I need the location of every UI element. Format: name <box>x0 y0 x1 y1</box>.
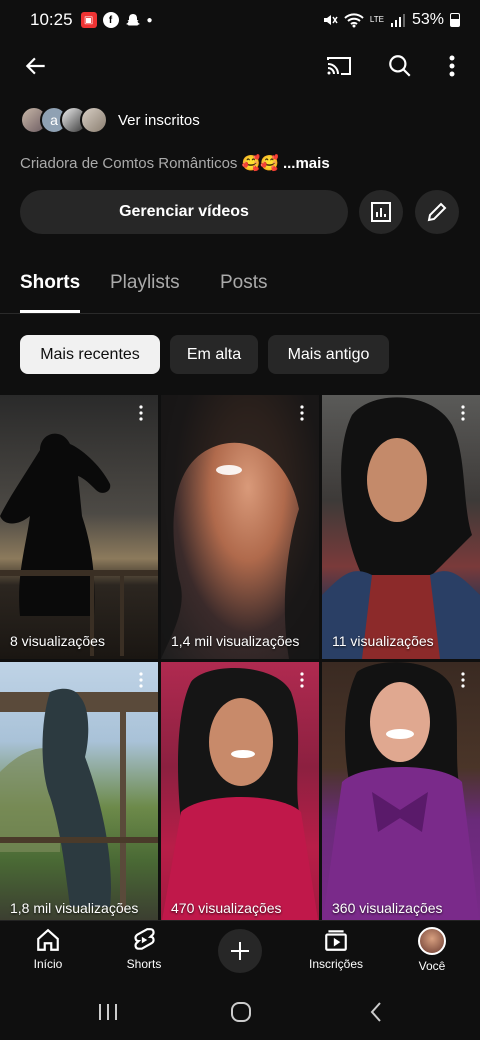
active-tab-indicator <box>20 310 80 313</box>
short-menu-icon[interactable] <box>134 672 148 688</box>
snapchat-icon <box>125 14 140 26</box>
short-menu-icon[interactable] <box>456 405 470 421</box>
short-menu-icon[interactable] <box>295 405 309 421</box>
system-navigation-bar <box>0 982 480 1040</box>
short-item[interactable]: 1,4 mil visualizações <box>161 395 319 659</box>
status-bar: 10:25 ▣ f ● LTE 53% <box>0 0 480 40</box>
subscribers-row[interactable]: a Ver inscritos <box>20 106 200 134</box>
short-menu-icon[interactable] <box>456 672 470 688</box>
edit-channel-button[interactable] <box>415 190 459 234</box>
short-views: 470 visualizações <box>171 900 282 916</box>
channel-tabs: Shorts Playlists Posts <box>0 262 480 314</box>
top-app-bar <box>0 44 480 88</box>
short-thumbnail <box>0 662 158 926</box>
tab-posts[interactable]: Posts <box>220 272 268 294</box>
pencil-icon <box>427 202 447 222</box>
home-system-button[interactable] <box>229 1000 253 1024</box>
battery-level: 53% <box>411 11 444 28</box>
bio-text: Comtos Românticos 🥰🥰 <box>102 155 279 172</box>
nav-shorts[interactable]: Shorts <box>104 927 184 971</box>
recent-apps-button[interactable] <box>96 1000 120 1024</box>
tab-playlists[interactable]: Playlists <box>110 272 180 294</box>
short-views: 1,8 mil visualizações <box>10 900 139 916</box>
short-views: 360 visualizações <box>332 900 443 916</box>
search-button[interactable] <box>384 50 416 82</box>
short-thumbnail <box>322 662 480 926</box>
short-thumbnail <box>0 395 158 659</box>
short-item[interactable]: 470 visualizações <box>161 662 319 926</box>
short-thumbnail <box>161 395 319 659</box>
battery-icon <box>450 13 460 27</box>
more-options-button[interactable] <box>436 50 468 82</box>
wifi-icon <box>344 13 364 28</box>
home-circle-icon <box>231 1002 251 1022</box>
search-icon <box>389 55 411 77</box>
chip-oldest[interactable]: Mais antigo <box>268 335 389 374</box>
back-system-button[interactable] <box>364 1000 388 1024</box>
nav-you[interactable]: Você <box>392 927 472 973</box>
channel-bio[interactable]: Criadora de Comtos Românticos 🥰🥰 ...mais <box>20 154 330 173</box>
avatar-icon <box>418 927 446 955</box>
chip-trending[interactable]: Em alta <box>170 335 258 374</box>
arrow-left-icon <box>25 57 45 75</box>
bio-more-link[interactable]: ...mais <box>283 155 330 172</box>
bio-prefix: Criadora de <box>20 154 99 172</box>
network-type: LTE <box>369 15 384 24</box>
analytics-button[interactable] <box>359 190 403 234</box>
short-item[interactable]: 360 visualizações <box>322 662 480 926</box>
cast-icon <box>327 57 351 75</box>
chip-most-recent[interactable]: Mais recentes <box>20 335 160 374</box>
cast-button[interactable] <box>323 50 355 82</box>
tab-shorts[interactable]: Shorts <box>20 272 80 294</box>
short-views: 11 visualizações <box>332 633 434 649</box>
view-subscribers-link[interactable]: Ver inscritos <box>118 112 200 129</box>
analytics-icon <box>371 202 391 222</box>
signal-icon <box>390 14 405 27</box>
short-item[interactable]: 11 visualizações <box>322 395 480 659</box>
nav-home[interactable]: Início <box>8 927 88 971</box>
bottom-navigation: Início Shorts Inscrições Você <box>0 920 480 982</box>
subscriber-avatars: a <box>20 106 108 134</box>
shorts-icon <box>134 928 155 950</box>
more-vert-icon <box>449 55 455 77</box>
recent-apps-icon <box>99 1004 117 1020</box>
nav-subscriptions[interactable]: Inscrições <box>296 927 376 971</box>
short-menu-icon[interactable] <box>134 405 148 421</box>
mute-icon <box>323 15 338 25</box>
short-item[interactable]: 1,8 mil visualizações <box>0 662 158 926</box>
short-views: 8 visualizações <box>10 633 105 649</box>
short-item[interactable]: 8 visualizações <box>0 395 158 659</box>
chevron-left-icon <box>370 1002 381 1022</box>
app-notification-icon: ▣ <box>80 12 97 28</box>
short-thumbnail <box>161 662 319 926</box>
short-menu-icon[interactable] <box>295 672 309 688</box>
status-time: 10:25 <box>30 10 73 29</box>
manage-videos-button[interactable]: Gerenciar vídeos <box>20 190 348 234</box>
avatar <box>80 106 108 134</box>
create-button[interactable] <box>218 929 262 973</box>
short-views: 1,4 mil visualizações <box>171 633 300 649</box>
short-thumbnail <box>322 395 480 659</box>
back-button[interactable] <box>20 50 52 82</box>
subscriptions-icon <box>325 930 347 951</box>
plus-icon <box>231 942 249 960</box>
facebook-icon: f <box>102 12 119 28</box>
dot-icon: ● <box>146 14 153 26</box>
home-icon <box>37 928 59 951</box>
